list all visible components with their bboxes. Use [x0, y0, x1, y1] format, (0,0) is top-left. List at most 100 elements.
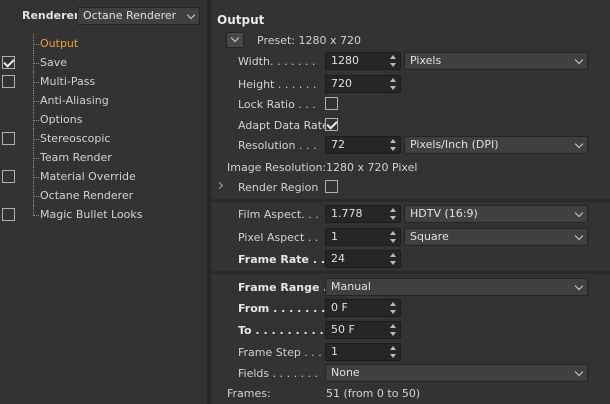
to-input[interactable]: 50 F	[325, 321, 401, 339]
spinner-arrows-icon[interactable]	[389, 139, 397, 151]
lock-ratio-checkbox[interactable]	[325, 97, 338, 110]
spinner-arrows-icon[interactable]	[389, 78, 397, 90]
frame-range-value: Manual	[331, 280, 371, 293]
separator	[211, 271, 610, 274]
to-row: To . . . . . . . . . 50 F	[211, 320, 610, 340]
film-aspect-dropdown[interactable]: HDTV (16:9)	[404, 205, 588, 223]
tree-connector-branch	[33, 63, 39, 64]
frame-step-row: Frame Step . . . 1	[211, 342, 610, 362]
spinner-arrows-icon[interactable]	[389, 302, 397, 314]
renderer-dropdown[interactable]: Octane Renderer	[77, 7, 200, 25]
pixel-aspect-dropdown[interactable]: Square	[404, 228, 588, 246]
tree-item[interactable]: Magic Bullet Looks	[0, 205, 207, 224]
chevron-down-icon	[574, 208, 584, 218]
spinner-arrows-icon[interactable]	[389, 55, 397, 67]
pixel-aspect-value: 1	[331, 230, 338, 243]
frame-step-input[interactable]: 1	[325, 343, 401, 361]
from-label: From . . . . . . .	[238, 302, 326, 315]
tree-item[interactable]: Multi-Pass	[0, 72, 207, 91]
tree-item-label: Save	[40, 56, 68, 69]
tree-item[interactable]: Anti-Aliasing	[0, 91, 207, 110]
image-resolution-label: Image Resolution:	[227, 161, 327, 174]
film-aspect-preset: HDTV (16:9)	[410, 207, 478, 220]
chevron-down-icon	[574, 231, 584, 241]
adapt-data-rate-row: Adapt Data Rate	[211, 115, 610, 135]
resolution-label: Resolution . . .	[238, 139, 317, 152]
film-aspect-input[interactable]: 1.778	[325, 205, 401, 223]
tree-connector-branch	[33, 44, 39, 45]
settings-tree: Output Save Multi-Pass Anti-Aliasing Options…	[0, 34, 207, 224]
tree-item-checkbox[interactable]	[2, 75, 15, 88]
chevron-down-icon	[574, 367, 584, 377]
lock-ratio-label: Lock Ratio . . .	[238, 98, 316, 111]
preset-label: Preset: 1280 x 720	[257, 34, 361, 47]
spinner-arrows-icon[interactable]	[389, 346, 397, 358]
tree-item-label: Team Render	[40, 151, 112, 164]
width-input[interactable]: 1280	[325, 52, 401, 70]
tree-item-label: Stereoscopic	[40, 132, 111, 145]
frame-step-value: 1	[331, 345, 338, 358]
spinner-arrows-icon[interactable]	[389, 231, 397, 243]
render-region-label: Render Region	[238, 181, 319, 194]
chevron-right-icon[interactable]	[215, 181, 224, 190]
size-unit-dropdown[interactable]: Pixels	[404, 52, 588, 70]
tree-item-label: Magic Bullet Looks	[40, 208, 143, 221]
tree-connector-branch	[33, 101, 39, 102]
tree-item-label: Material Override	[40, 170, 136, 183]
resolution-row: Resolution . . . 72 Pixels/Inch (DPI)	[211, 135, 610, 155]
chevron-down-icon	[574, 55, 584, 65]
frame-rate-label: Frame Rate . .	[238, 253, 326, 266]
pixel-aspect-row: Pixel Aspect . . 1 Square	[211, 227, 610, 247]
frames-row: Frames: 51 (from 0 to 50)	[211, 383, 610, 403]
preset-row: Preset: 1280 x 720	[211, 31, 610, 51]
spinner-arrows-icon[interactable]	[389, 208, 397, 220]
tree-item[interactable]: Options	[0, 110, 207, 129]
render-region-checkbox[interactable]	[325, 180, 338, 193]
fields-dropdown[interactable]: None	[325, 364, 588, 382]
tree-item[interactable]: Octane Renderer	[0, 186, 207, 205]
preset-menu-button[interactable]	[226, 32, 244, 48]
image-resolution-row: Image Resolution: 1280 x 720 Pixel	[211, 157, 610, 177]
frame-step-label: Frame Step . . .	[238, 346, 322, 359]
tree-connector-line	[33, 205, 34, 215]
pixel-aspect-input[interactable]: 1	[325, 228, 401, 246]
tree-item-checkbox[interactable]	[2, 56, 15, 69]
tree-item[interactable]: Stereoscopic	[0, 129, 207, 148]
height-input[interactable]: 720	[325, 75, 401, 93]
height-row: Height . . . . . . 720	[211, 74, 610, 94]
tree-connector-branch	[33, 196, 39, 197]
tree-item[interactable]: Material Override	[0, 167, 207, 186]
pixel-aspect-preset: Square	[410, 230, 449, 243]
tree-connector-branch	[33, 215, 39, 216]
output-settings-panel: Output Preset: 1280 x 720 Width. . . . .…	[211, 0, 610, 404]
resolution-unit-dropdown[interactable]: Pixels/Inch (DPI)	[404, 136, 588, 154]
tree-item-checkbox[interactable]	[2, 208, 15, 221]
spinner-arrows-icon[interactable]	[389, 324, 397, 336]
frame-rate-input[interactable]: 24	[325, 250, 401, 268]
tree-item-label: Multi-Pass	[40, 75, 96, 88]
resolution-input[interactable]: 72	[325, 136, 401, 154]
spinner-arrows-icon[interactable]	[389, 253, 397, 265]
resolution-value: 72	[331, 138, 345, 151]
width-label: Width. . . . . . .	[238, 55, 316, 68]
from-input[interactable]: 0 F	[325, 299, 401, 317]
size-unit-value: Pixels	[410, 54, 442, 67]
tree-item-checkbox[interactable]	[2, 132, 15, 145]
tree-connector-branch	[33, 177, 39, 178]
tree-item[interactable]: Save	[0, 53, 207, 72]
tree-item-checkbox[interactable]	[2, 170, 15, 183]
fields-label: Fields . . . . . . .	[238, 367, 319, 380]
frame-rate-row: Frame Rate . . 24	[211, 249, 610, 269]
tree-item[interactable]: Output	[0, 34, 207, 53]
tree-item-label: Octane Renderer	[40, 189, 134, 202]
tree-item[interactable]: Team Render	[0, 148, 207, 167]
frame-range-label: Frame Range .	[238, 281, 328, 294]
renderer-row: Renderer Octane Renderer	[0, 6, 207, 26]
height-label: Height . . . . . .	[238, 78, 317, 91]
adapt-data-rate-checkbox[interactable]	[325, 118, 338, 131]
render-region-row: Render Region	[211, 177, 610, 197]
frame-range-dropdown[interactable]: Manual	[325, 278, 588, 296]
tree-connector-branch	[33, 139, 39, 140]
frame-rate-value: 24	[331, 252, 345, 265]
film-aspect-value: 1.778	[331, 207, 363, 220]
